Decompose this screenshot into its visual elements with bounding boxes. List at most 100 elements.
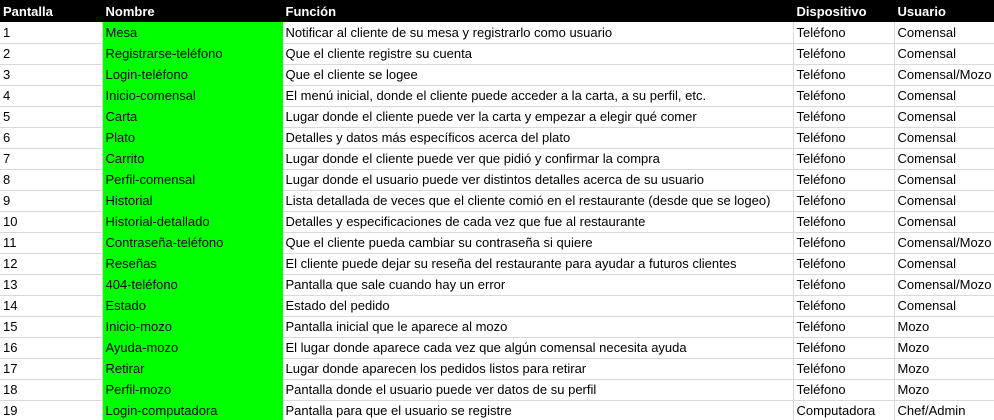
cell-funcion[interactable]: Lista detallada de veces que el cliente … [282,190,794,212]
cell-funcion[interactable]: Pantalla que sale cuando hay un error [282,274,794,296]
cell-pantalla[interactable]: 11 [0,232,103,254]
cell-usuario[interactable]: Comensal [894,169,994,191]
cell-usuario[interactable]: Comensal [894,295,994,317]
cell-dispositivo[interactable]: Teléfono [793,316,895,338]
cell-usuario[interactable]: Comensal [894,148,994,170]
cell-dispositivo[interactable]: Teléfono [793,274,895,296]
cell-usuario[interactable]: Comensal [894,127,994,149]
cell-usuario[interactable]: Comensal [894,22,994,44]
cell-nombre[interactable]: Inicio-comensal [102,85,283,107]
cell-funcion[interactable]: Que el cliente registre su cuenta [282,43,794,65]
cell-nombre[interactable]: Carrito [102,148,283,170]
header-pantalla[interactable]: Pantalla [0,0,103,22]
cell-funcion[interactable]: El lugar donde aparece cada vez que algú… [282,337,794,359]
cell-dispositivo[interactable]: Teléfono [793,379,895,401]
cell-usuario[interactable]: Comensal/Mozo [894,274,994,296]
cell-usuario[interactable]: Mozo [894,337,994,359]
cell-pantalla[interactable]: 3 [0,64,103,86]
cell-pantalla[interactable]: 2 [0,43,103,65]
cell-pantalla[interactable]: 12 [0,253,103,275]
cell-dispositivo[interactable]: Teléfono [793,43,895,65]
cell-pantalla[interactable]: 5 [0,106,103,128]
cell-dispositivo[interactable]: Teléfono [793,169,895,191]
cell-dispositivo[interactable]: Computadora [793,400,895,420]
cell-usuario[interactable]: Mozo [894,358,994,380]
cell-funcion[interactable]: El menú inicial, donde el cliente puede … [282,85,794,107]
cell-pantalla[interactable]: 7 [0,148,103,170]
cell-pantalla[interactable]: 19 [0,400,103,420]
cell-dispositivo[interactable]: Teléfono [793,190,895,212]
cell-funcion[interactable]: Detalles y especificaciones de cada vez … [282,211,794,233]
cell-nombre[interactable]: Estado [102,295,283,317]
cell-usuario[interactable]: Comensal/Mozo [894,232,994,254]
cell-pantalla[interactable]: 1 [0,22,103,44]
cell-pantalla[interactable]: 16 [0,337,103,359]
cell-usuario[interactable]: Mozo [894,379,994,401]
cell-dispositivo[interactable]: Teléfono [793,127,895,149]
cell-pantalla[interactable]: 17 [0,358,103,380]
header-usuario[interactable]: Usuario [894,0,994,22]
cell-usuario[interactable]: Comensal [894,43,994,65]
cell-usuario[interactable]: Comensal [894,211,994,233]
cell-funcion[interactable]: Detalles y datos más específicos acerca … [282,127,794,149]
cell-usuario[interactable]: Mozo [894,316,994,338]
cell-dispositivo[interactable]: Teléfono [793,232,895,254]
cell-usuario[interactable]: Comensal [894,190,994,212]
cell-dispositivo[interactable]: Teléfono [793,253,895,275]
cell-funcion[interactable]: Lugar donde el usuario puede ver distint… [282,169,794,191]
cell-pantalla[interactable]: 9 [0,190,103,212]
cell-funcion[interactable]: Pantalla para que el usuario se registre [282,400,794,420]
cell-pantalla[interactable]: 18 [0,379,103,401]
cell-funcion[interactable]: Que el cliente se logee [282,64,794,86]
cell-nombre[interactable]: Retirar [102,358,283,380]
cell-nombre[interactable]: Historial [102,190,283,212]
cell-pantalla[interactable]: 14 [0,295,103,317]
cell-funcion[interactable]: Lugar donde el cliente puede ver la cart… [282,106,794,128]
cell-funcion[interactable]: El cliente puede dejar su reseña del res… [282,253,794,275]
header-nombre[interactable]: Nombre [102,0,283,22]
cell-dispositivo[interactable]: Teléfono [793,22,895,44]
cell-nombre[interactable]: Login-teléfono [102,64,283,86]
header-funcion[interactable]: Función [282,0,794,22]
cell-nombre[interactable]: Inicio-mozo [102,316,283,338]
cell-dispositivo[interactable]: Teléfono [793,295,895,317]
cell-funcion[interactable]: Lugar donde el cliente puede ver que pid… [282,148,794,170]
cell-dispositivo[interactable]: Teléfono [793,148,895,170]
cell-usuario[interactable]: Comensal [894,253,994,275]
cell-pantalla[interactable]: 6 [0,127,103,149]
cell-usuario[interactable]: Comensal [894,106,994,128]
cell-dispositivo[interactable]: Teléfono [793,337,895,359]
cell-nombre[interactable]: Perfil-comensal [102,169,283,191]
cell-dispositivo[interactable]: Teléfono [793,211,895,233]
cell-nombre[interactable]: Historial-detallado [102,211,283,233]
cell-funcion[interactable]: Lugar donde aparecen los pedidos listos … [282,358,794,380]
cell-funcion[interactable]: Notificar al cliente de su mesa y regist… [282,22,794,44]
cell-nombre[interactable]: Mesa [102,22,283,44]
cell-pantalla[interactable]: 8 [0,169,103,191]
cell-usuario[interactable]: Comensal/Mozo [894,64,994,86]
cell-pantalla[interactable]: 13 [0,274,103,296]
cell-pantalla[interactable]: 4 [0,85,103,107]
cell-nombre[interactable]: Perfil-mozo [102,379,283,401]
cell-nombre[interactable]: 404-teléfono [102,274,283,296]
cell-dispositivo[interactable]: Teléfono [793,85,895,107]
cell-nombre[interactable]: Registrarse-teléfono [102,43,283,65]
header-dispositivo[interactable]: Dispositivo [793,0,895,22]
cell-pantalla[interactable]: 10 [0,211,103,233]
cell-funcion[interactable]: Estado del pedido [282,295,794,317]
cell-nombre[interactable]: Ayuda-mozo [102,337,283,359]
cell-funcion[interactable]: Pantalla inicial que le aparece al mozo [282,316,794,338]
cell-pantalla[interactable]: 15 [0,316,103,338]
cell-nombre[interactable]: Carta [102,106,283,128]
cell-nombre[interactable]: Plato [102,127,283,149]
cell-dispositivo[interactable]: Teléfono [793,64,895,86]
cell-dispositivo[interactable]: Teléfono [793,106,895,128]
cell-funcion[interactable]: Pantalla donde el usuario puede ver dato… [282,379,794,401]
cell-funcion[interactable]: Que el cliente pueda cambiar su contrase… [282,232,794,254]
cell-nombre[interactable]: Reseñas [102,253,283,275]
cell-nombre[interactable]: Contraseña-teléfono [102,232,283,254]
cell-nombre[interactable]: Login-computadora [102,400,283,420]
cell-usuario[interactable]: Chef/Admin [894,400,994,420]
cell-dispositivo[interactable]: Teléfono [793,358,895,380]
cell-usuario[interactable]: Comensal [894,85,994,107]
